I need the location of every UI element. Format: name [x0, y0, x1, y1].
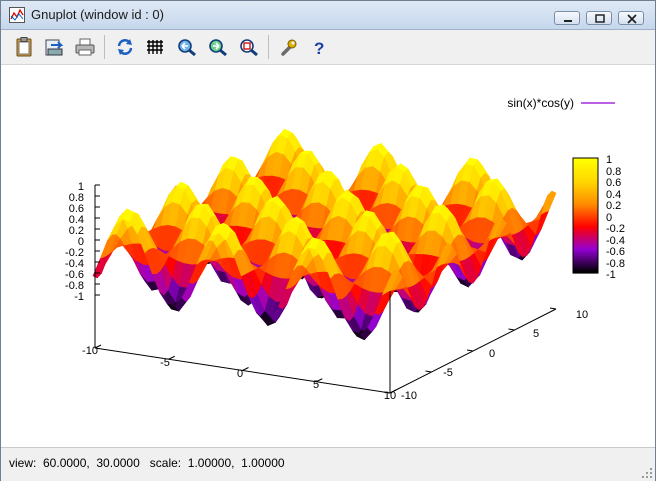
options-button[interactable] [278, 37, 300, 57]
export-icon [45, 39, 64, 56]
y-tick-mark [466, 349, 474, 352]
colorbox-tick-labels: 1 0.8 0.6 0.4 0.2 0 -0.2 -0.4 -0.6 -0.8 … [606, 154, 625, 281]
y-tick-mark [549, 307, 557, 310]
x-tick-label: 5 [313, 379, 319, 391]
window-title: Gnuplot (window id : 0) [31, 7, 164, 22]
z-tick-labels: 1 0.8 0.6 0.4 0.2 0 -0.2 -0.4 -0.6 -0.8 … [65, 181, 84, 303]
replot-button[interactable] [114, 37, 136, 57]
print-button[interactable] [74, 37, 96, 57]
svg-text:?: ? [314, 39, 324, 57]
y-tick-mark [425, 370, 432, 373]
status-bar: view: 60.0000, 30.0000 scale: 1.00000, 1… [1, 447, 655, 481]
refresh-icon [117, 39, 133, 55]
colorbox-tick-label: 0.6 [606, 177, 621, 189]
legend-label: sin(x)*cos(y) [507, 96, 574, 110]
restore-button[interactable] [586, 11, 612, 25]
x-tick-label: -5 [160, 357, 170, 369]
y-tick-label: -5 [443, 367, 453, 379]
view-status: view: 60.0000, 30.0000 scale: 1.00000, 1… [9, 456, 285, 470]
y-tick-labels: 10 5 0 -5 -10 [401, 309, 588, 402]
clipboard-icon [16, 37, 32, 57]
colorbox-tick-label: 1 [606, 154, 612, 166]
colorbox [572, 157, 599, 274]
x-tick-label: -10 [82, 345, 98, 357]
legend: sin(x)*cos(y) [507, 96, 615, 110]
colorbox-tick-label: -0.2 [606, 223, 625, 235]
zoom-forward-icon [209, 39, 227, 57]
help-icon: ? [314, 39, 324, 58]
toolbar: ? [1, 30, 655, 65]
grid-button[interactable] [145, 37, 167, 57]
x-tick-label: 0 [237, 368, 243, 380]
colorbox-tick-label: -0.6 [606, 246, 625, 258]
zoom-back-icon [178, 39, 196, 57]
printer-icon [75, 38, 95, 56]
close-icon [627, 14, 637, 24]
toolbar-separator [104, 35, 105, 59]
gnuplot-window: Gnuplot (window id : 0) ? 1 0.8 0.6 0.4 … [0, 0, 656, 481]
z-tick-label: -1 [74, 291, 84, 303]
close-button[interactable] [618, 11, 644, 25]
help-button[interactable]: ? [309, 37, 331, 58]
wrench-icon [281, 39, 297, 56]
surface-mesh [92, 128, 557, 341]
print-to-file-button[interactable] [43, 37, 65, 57]
gnuplot-app-icon [9, 7, 25, 23]
zoom-previous-button[interactable] [176, 37, 198, 57]
zoom-fit-icon [240, 39, 258, 57]
y-tick-mark [508, 328, 515, 331]
x-tick-label: 10 [384, 390, 396, 402]
resize-grip-icon[interactable] [641, 467, 653, 479]
copy-clipboard-button[interactable] [13, 37, 35, 57]
autoscale-button[interactable] [238, 37, 260, 57]
colorbox-tick-label: 0.2 [606, 200, 621, 212]
restore-icon [595, 14, 605, 23]
zoom-next-button[interactable] [207, 37, 229, 57]
grid-icon [147, 40, 163, 54]
surface-plot: 1 0.8 0.6 0.4 0.2 0 -0.2 -0.4 -0.6 -0.8 … [65, 96, 625, 402]
colorbox-tick-label: -1 [606, 269, 616, 281]
title-bar[interactable]: Gnuplot (window id : 0) [1, 1, 655, 30]
y-tick-label: 5 [533, 328, 539, 340]
y-tick-label: -10 [401, 390, 417, 402]
minimize-icon [564, 20, 572, 22]
y-tick-label: 10 [576, 309, 588, 321]
plot-area[interactable]: 1 0.8 0.6 0.4 0.2 0 -0.2 -0.4 -0.6 -0.8 … [1, 65, 655, 447]
x-tick-mark [242, 367, 249, 371]
toolbar-separator [268, 35, 269, 59]
y-tick-label: 0 [489, 348, 495, 360]
minimize-button[interactable] [554, 11, 580, 25]
